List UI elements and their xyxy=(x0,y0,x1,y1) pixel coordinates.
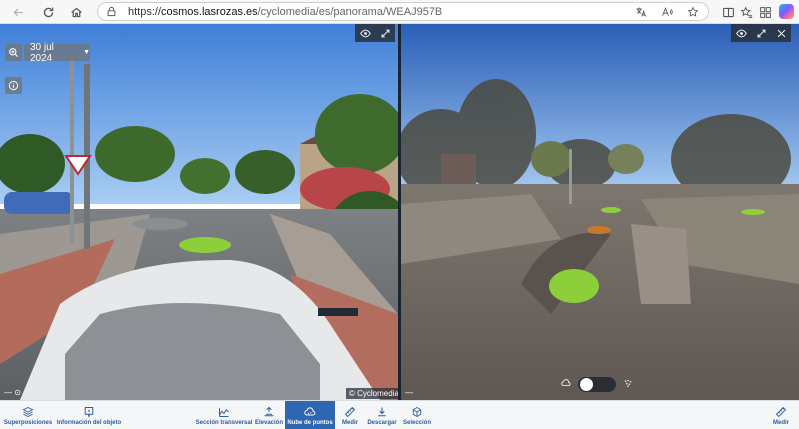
point-cloud-view[interactable]: — xyxy=(401,24,799,400)
back-icon[interactable] xyxy=(10,4,26,20)
elevation-button[interactable]: Elevación xyxy=(253,401,285,429)
elevation-icon xyxy=(264,406,274,416)
point-cloud-toggle[interactable] xyxy=(561,376,633,392)
cross-section-icon xyxy=(219,407,229,417)
left-view-controls xyxy=(355,24,395,42)
visibility-eye-icon[interactable] xyxy=(355,24,375,42)
ruler-icon xyxy=(344,406,356,417)
expand-icon[interactable] xyxy=(375,24,395,42)
lock-icon[interactable] xyxy=(106,6,118,18)
info-icon[interactable] xyxy=(5,77,22,94)
url-prefix: https:// xyxy=(128,5,162,18)
bottom-toolbar: Superposiciones Información del objeto S… xyxy=(0,400,799,429)
cloud-density-low-icon xyxy=(561,375,571,393)
download-label: Descargar xyxy=(367,419,397,426)
layers-icon xyxy=(22,406,34,417)
cross-section-label: Sección transversal xyxy=(195,419,253,426)
cross-section-button[interactable]: Sección transversal xyxy=(196,401,252,429)
chevron-down-icon: ▼ xyxy=(83,49,90,56)
expand-icon[interactable] xyxy=(751,24,771,42)
point-cloud-render xyxy=(401,24,799,400)
point-cloud-label: Nube de puntos xyxy=(287,419,333,426)
object-info-label: Información del objeto xyxy=(56,419,122,426)
measure-right-button[interactable]: Medir xyxy=(768,401,794,429)
address-actions xyxy=(634,5,700,18)
ruler-icon xyxy=(775,406,787,417)
home-icon[interactable] xyxy=(68,4,84,20)
right-bottom-indicator: — xyxy=(405,388,413,397)
date-selector[interactable]: 30 jul 2024 ▼ xyxy=(24,41,90,64)
extensions-icon[interactable] xyxy=(757,4,773,20)
street-photo xyxy=(0,24,398,400)
reload-icon[interactable] xyxy=(40,4,56,20)
visibility-eye-icon[interactable] xyxy=(731,24,751,42)
point-cloud-button[interactable]: Nube de puntos xyxy=(285,401,335,429)
elevation-label: Elevación xyxy=(254,419,283,426)
selection-label: Selección xyxy=(402,419,431,426)
close-icon[interactable] xyxy=(771,24,791,42)
overlays-label: Superposiciones xyxy=(3,419,53,426)
favorites-icon[interactable] xyxy=(738,4,754,20)
overlays-button[interactable]: Superposiciones xyxy=(4,401,52,429)
left-bottom-indicator: — ⊙ xyxy=(4,388,21,397)
zoom-icon[interactable] xyxy=(5,44,22,61)
url-path: /cyclomedia/es/panorama/WEAJ957B xyxy=(257,5,443,18)
url-host: cosmos.lasrozas.es xyxy=(161,5,258,18)
street-panorama[interactable]: 30 jul 2024 ▼ — ⊙ xyxy=(0,24,398,400)
address-bar[interactable]: https://cosmos.lasrozas.es/cyclomedia/es… xyxy=(97,2,709,21)
split-screen-icon[interactable] xyxy=(720,4,736,20)
point-cloud-icon xyxy=(304,406,316,415)
toggle-knob xyxy=(580,377,593,391)
translate-icon[interactable] xyxy=(634,5,648,18)
object-info-icon xyxy=(84,406,94,418)
copilot-icon[interactable] xyxy=(779,4,794,19)
measure-button[interactable]: Medir xyxy=(338,401,362,429)
object-info-button[interactable]: Información del objeto xyxy=(55,401,123,429)
cloud-density-high-icon xyxy=(623,375,633,393)
read-aloud-icon[interactable] xyxy=(660,5,674,18)
selection-button[interactable]: Selección xyxy=(401,401,433,429)
measure-label: Medir xyxy=(341,419,358,426)
browser-toolbar: https://cosmos.lasrozas.es/cyclomedia/es… xyxy=(0,0,799,24)
url-text: https://cosmos.lasrozas.es/cyclomedia/es… xyxy=(128,6,442,18)
right-view-controls xyxy=(731,24,791,42)
toggle-switch[interactable] xyxy=(578,376,616,392)
capture-date: 30 jul 2024 xyxy=(30,41,54,64)
measure-right-label: Medir xyxy=(772,419,789,426)
cyclomedia-credit: © Cyclomedia xyxy=(346,388,402,399)
favorite-star-icon[interactable] xyxy=(686,5,700,18)
download-button[interactable]: Descargar xyxy=(365,401,399,429)
selection-cube-icon xyxy=(412,406,422,417)
download-icon xyxy=(378,407,386,416)
